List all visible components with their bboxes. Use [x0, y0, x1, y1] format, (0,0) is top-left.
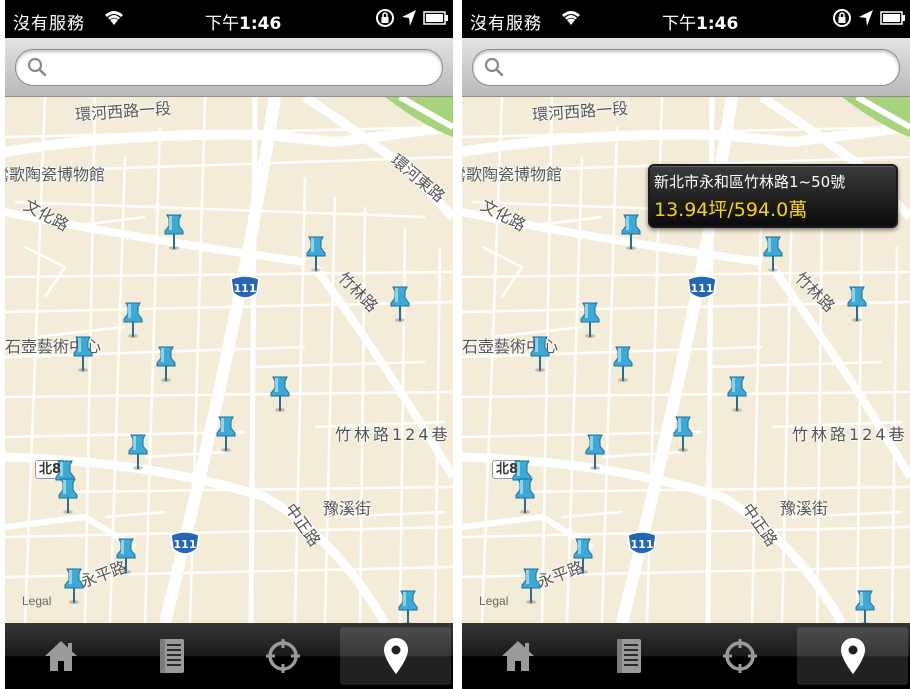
clock: 下午1:46 — [662, 9, 738, 34]
map-pin-icon — [383, 638, 408, 674]
map-pin[interactable] — [520, 567, 542, 605]
list-icon — [616, 639, 641, 673]
carrier-label: 沒有服務 — [470, 14, 542, 34]
map-pin[interactable] — [579, 301, 601, 339]
map-pin[interactable] — [572, 537, 594, 575]
wifi-icon — [559, 7, 583, 32]
map-label-zhulin-lane: 竹林路124巷 — [792, 425, 908, 444]
search-icon — [26, 56, 48, 82]
locate-icon — [722, 639, 757, 673]
phone-screen-left: 沒有服務 下午1:46 環河西路一段 歌陶瓷博物館 文化路 環河東路 竹林路 石… — [5, 0, 453, 689]
tab-bar — [462, 623, 910, 689]
locate-icon — [265, 639, 300, 673]
map-pin[interactable] — [115, 537, 137, 575]
tab-bar — [5, 623, 453, 689]
map-pin[interactable] — [72, 335, 94, 373]
search-input[interactable] — [472, 49, 900, 86]
map-pin[interactable] — [122, 301, 144, 339]
callout-value: 13.94坪/594.0萬 — [654, 199, 808, 221]
rotation-lock-icon — [376, 9, 394, 27]
search-bar — [462, 38, 910, 97]
tab-home[interactable] — [5, 623, 116, 689]
map-label-museum: 鶯歌陶瓷博物館 — [5, 165, 106, 184]
legal-link[interactable]: Legal — [22, 594, 51, 608]
time-prefix: 下午 — [205, 14, 239, 34]
highway-shield: 111 — [169, 531, 201, 557]
map-pin[interactable] — [854, 589, 876, 623]
map-label-yuxi: 豫溪街 — [780, 499, 829, 518]
highway-number: 111 — [691, 282, 714, 295]
legal-link[interactable]: Legal — [479, 594, 508, 608]
time-value: 1:46 — [239, 14, 282, 34]
map-pin[interactable] — [155, 345, 177, 383]
map-pin[interactable] — [389, 285, 411, 323]
time-value: 1:46 — [696, 14, 739, 34]
location-arrow-icon — [859, 10, 873, 26]
time-prefix: 下午 — [662, 14, 696, 34]
search-icon — [483, 56, 505, 82]
tab-list[interactable] — [116, 623, 227, 689]
tab-map-pin[interactable] — [797, 627, 908, 685]
map-label-zhulin-lane: 竹林路124巷 — [335, 425, 451, 444]
list-icon — [159, 639, 184, 673]
map-pin[interactable] — [63, 567, 85, 605]
tab-list[interactable] — [573, 623, 684, 689]
status-icons — [375, 8, 449, 28]
home-icon — [501, 641, 534, 671]
pin-callout[interactable]: 新北市永和區竹林路1~50號 13.94坪/594.0萬 — [648, 164, 898, 228]
search-bar — [5, 38, 453, 97]
map-pin[interactable] — [672, 415, 694, 453]
map-pin[interactable] — [514, 477, 536, 515]
map-pin[interactable] — [584, 433, 606, 471]
wifi-icon — [102, 7, 126, 32]
highway-shield: 111 — [229, 275, 261, 301]
home-icon — [44, 641, 77, 671]
status-bar: 沒有服務 下午1:46 — [5, 0, 453, 38]
map-pin[interactable] — [269, 375, 291, 413]
highway-number: 111 — [631, 538, 654, 551]
tab-locate[interactable] — [227, 623, 338, 689]
status-icons — [832, 8, 906, 28]
clock: 下午1:46 — [205, 9, 281, 34]
highway-number: 111 — [234, 282, 257, 295]
map-pin[interactable] — [305, 235, 327, 273]
battery-icon — [423, 11, 448, 25]
tab-map-pin[interactable] — [340, 627, 451, 685]
phone-screen-right: 沒有服務 下午1:46 環河西路一段 歌陶瓷博物館 文化路 竹林路 石壺藝術中心… — [462, 0, 910, 689]
rotation-lock-icon — [833, 9, 851, 27]
location-arrow-icon — [402, 10, 416, 26]
highway-shield: 111 — [686, 275, 718, 301]
carrier-label: 沒有服務 — [13, 14, 85, 34]
map-view[interactable]: 環河西路一段 鶯歌陶瓷博物館 文化路 環河東路 竹林路 華石壺藝術中心 竹林路1… — [5, 97, 453, 623]
status-bar: 沒有服務 下午1:46 — [462, 0, 910, 38]
map-pin[interactable] — [612, 345, 634, 383]
callout-address: 新北市永和區竹林路1~50號 — [654, 173, 846, 191]
map-pin[interactable] — [726, 375, 748, 413]
map-pin[interactable] — [57, 477, 79, 515]
map-pin[interactable] — [215, 415, 237, 453]
map-pin[interactable] — [620, 213, 642, 251]
map-pin[interactable] — [846, 285, 868, 323]
map-label-museum: 鶯歌陶瓷博物館 — [462, 165, 563, 184]
map-pin[interactable] — [397, 589, 419, 623]
tab-locate[interactable] — [684, 623, 795, 689]
map-pin[interactable] — [163, 213, 185, 251]
map-view[interactable]: 環河西路一段 鶯歌陶瓷博物館 文化路 竹林路 華石壺藝術中心 竹林路124巷 豫… — [462, 97, 910, 623]
highway-shield: 111 — [626, 531, 658, 557]
map-pin-icon — [840, 638, 865, 674]
map-label-yuxi: 豫溪街 — [323, 499, 372, 518]
map-pin[interactable] — [127, 433, 149, 471]
map-pin-selected[interactable] — [762, 235, 784, 273]
battery-icon — [880, 11, 905, 25]
map-pin[interactable] — [529, 335, 551, 373]
highway-number: 111 — [174, 538, 197, 551]
search-input[interactable] — [15, 49, 443, 86]
tab-home[interactable] — [462, 623, 573, 689]
